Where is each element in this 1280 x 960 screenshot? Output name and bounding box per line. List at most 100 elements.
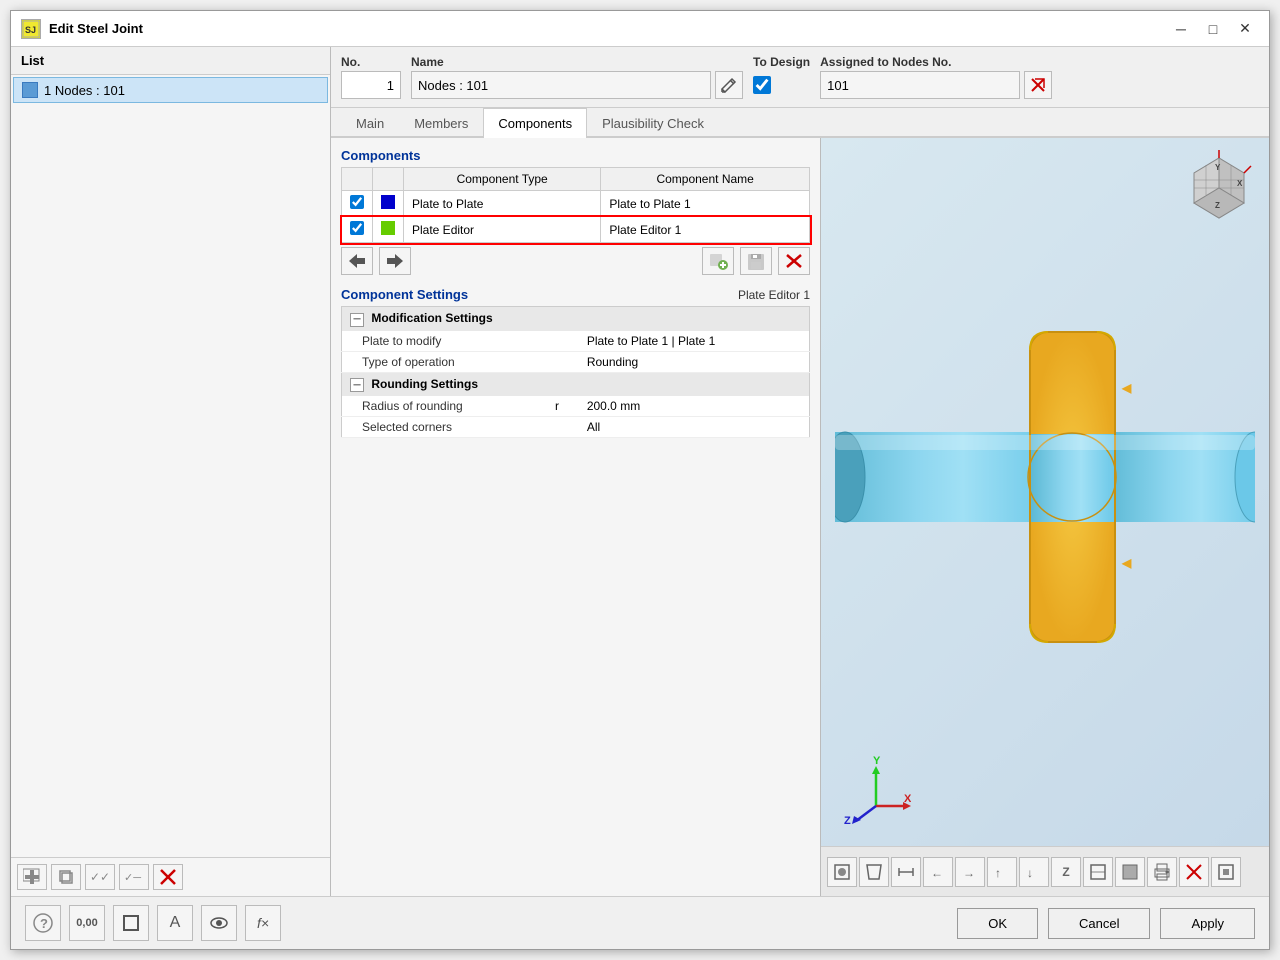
- title-bar-left: SJ Edit Steel Joint: [21, 19, 143, 39]
- view-btn-z[interactable]: Z: [1051, 857, 1081, 887]
- zero-btn[interactable]: 0,00: [69, 905, 105, 941]
- move-right-button[interactable]: [379, 247, 411, 275]
- text-a-btn[interactable]: A: [157, 905, 193, 941]
- name-field-container: [411, 71, 743, 99]
- eye-btn[interactable]: [201, 905, 237, 941]
- assigned-field-container: [820, 71, 1052, 99]
- box-btn[interactable]: [113, 905, 149, 941]
- scene-container: ◀ ◀: [821, 138, 1269, 836]
- components-area: Components Component Type Component Name: [331, 138, 821, 896]
- title-bar: SJ Edit Steel Joint ─ □ ✕: [11, 11, 1269, 47]
- scene-svg: ◀ ◀: [835, 277, 1255, 697]
- row-symbol-radius: r: [547, 396, 579, 417]
- row-checkbox-2[interactable]: [350, 221, 364, 235]
- col-name: Component Name: [601, 168, 810, 191]
- tab-plausibility[interactable]: Plausibility Check: [587, 108, 719, 138]
- svg-text:↑: ↑: [995, 866, 1001, 880]
- list-item[interactable]: 1 Nodes : 101: [13, 77, 328, 103]
- bottom-left: ? 0,00 A f×: [25, 905, 281, 941]
- apply-button[interactable]: Apply: [1160, 908, 1255, 939]
- settings-title: Component Settings: [341, 287, 468, 302]
- main-content: List 1 Nodes : 101 ✓✓ ✓─: [11, 47, 1269, 896]
- minimize-button[interactable]: ─: [1167, 18, 1195, 40]
- collapse-modification-button[interactable]: ─: [350, 313, 364, 327]
- tabs-row: Main Members Components Plausibility Che…: [331, 108, 1269, 138]
- uncheck-button[interactable]: ✓─: [119, 864, 149, 890]
- left-panel: List 1 Nodes : 101 ✓✓ ✓─: [11, 47, 331, 896]
- collapse-rounding-button[interactable]: ─: [350, 378, 364, 392]
- svg-text:✓✓: ✓✓: [90, 870, 110, 884]
- view-btn-print[interactable]: [1147, 857, 1177, 887]
- view-btn-wireframe[interactable]: [1083, 857, 1113, 887]
- settings-group-rounding: ─ Rounding Settings: [342, 372, 810, 396]
- edit-name-button[interactable]: [715, 71, 743, 99]
- view-btn-measure[interactable]: [891, 857, 921, 887]
- list-header: List: [11, 47, 330, 75]
- duplicate-button[interactable]: [51, 864, 81, 890]
- check-all-button[interactable]: ✓✓: [85, 864, 115, 890]
- to-design-checkbox-container: [753, 71, 810, 99]
- row-label-corners: Selected corners: [342, 417, 548, 438]
- settings-subtitle: Plate Editor 1: [738, 288, 810, 302]
- components-section: Components Component Type Component Name: [341, 148, 810, 279]
- list-body: 1 Nodes : 101: [11, 75, 330, 857]
- name-input[interactable]: [411, 71, 711, 99]
- clear-assigned-button[interactable]: [1024, 71, 1052, 99]
- row-label-radius: Radius of rounding: [342, 396, 548, 417]
- no-input[interactable]: [341, 71, 401, 99]
- view-btn-left[interactable]: ←: [923, 857, 953, 887]
- view-btn-close-red[interactable]: [1179, 857, 1209, 887]
- settings-section: Component Settings Plate Editor 1 ─ Modi…: [341, 287, 810, 438]
- color-swatch-green: [381, 221, 395, 235]
- svg-text:◀: ◀: [1121, 556, 1132, 570]
- svg-text:X: X: [904, 793, 911, 805]
- add-item-button[interactable]: [17, 864, 47, 890]
- help-button[interactable]: ?: [25, 905, 61, 941]
- view-btn-solid[interactable]: [1115, 857, 1145, 887]
- delete-item-button[interactable]: [153, 864, 183, 890]
- components-title: Components: [341, 148, 810, 163]
- save-component-button[interactable]: [740, 247, 772, 275]
- row-symbol-plate: [547, 331, 579, 352]
- close-button[interactable]: ✕: [1231, 18, 1259, 40]
- add-component-button[interactable]: [702, 247, 734, 275]
- row-value-corners: All: [579, 417, 810, 438]
- settings-row-operation: Type of operation Rounding: [342, 351, 810, 372]
- table-row[interactable]: Plate Editor Plate Editor 1: [342, 217, 810, 243]
- view-btn-expand[interactable]: [1211, 857, 1241, 887]
- table-row[interactable]: Plate to Plate Plate to Plate 1: [342, 191, 810, 217]
- col-type: Component Type: [404, 168, 601, 191]
- no-field-group: No.: [341, 55, 401, 99]
- to-design-checkbox[interactable]: [753, 76, 771, 94]
- formula-btn[interactable]: f×: [245, 905, 281, 941]
- left-toolbar: ✓✓ ✓─: [11, 857, 330, 896]
- col-check: [342, 168, 373, 191]
- view-btn-perspective[interactable]: [859, 857, 889, 887]
- maximize-button[interactable]: □: [1199, 18, 1227, 40]
- svg-text:✓─: ✓─: [124, 872, 141, 884]
- list-item-color: [22, 82, 38, 98]
- axis-indicator: Y X Z: [841, 756, 911, 826]
- ok-button[interactable]: OK: [957, 908, 1038, 939]
- move-left-button[interactable]: [341, 247, 373, 275]
- view-btn-right[interactable]: →: [955, 857, 985, 887]
- row-symbol-corners: [547, 417, 579, 438]
- rounding-group-label: Rounding Settings: [371, 377, 478, 391]
- cancel-button[interactable]: Cancel: [1048, 908, 1150, 939]
- view-btn-render[interactable]: [827, 857, 857, 887]
- components-toolbar: [341, 243, 810, 279]
- delete-component-button[interactable]: [778, 247, 810, 275]
- view-btn-down[interactable]: ↓: [1019, 857, 1049, 887]
- svg-text:Z: Z: [844, 815, 851, 826]
- right-panel: No. Name To Design: [331, 47, 1269, 896]
- assigned-input[interactable]: [820, 71, 1020, 99]
- view-btn-up[interactable]: ↑: [987, 857, 1017, 887]
- modification-group-label: Modification Settings: [371, 311, 492, 325]
- tab-main[interactable]: Main: [341, 108, 399, 138]
- row-checkbox-1[interactable]: [350, 195, 364, 209]
- tab-members[interactable]: Members: [399, 108, 483, 138]
- view-3d[interactable]: Y X Z: [821, 138, 1269, 896]
- fields-row: No. Name To Design: [331, 47, 1269, 108]
- components-table: Component Type Component Name Plate to P…: [341, 167, 810, 243]
- tab-components[interactable]: Components: [483, 108, 587, 138]
